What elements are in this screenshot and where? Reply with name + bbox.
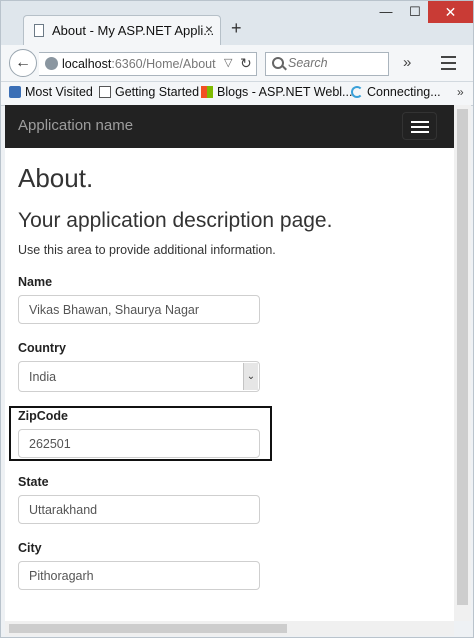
bookmark-connecting[interactable]: Connecting... [351, 85, 441, 99]
loading-icon [351, 86, 363, 98]
page-icon [99, 86, 111, 98]
back-arrow-icon: ← [15, 54, 31, 71]
country-field-group: Country India ⌄ [18, 341, 260, 392]
history-dropdown-icon[interactable]: ▽ [224, 56, 232, 69]
minimize-button[interactable]: — [371, 1, 401, 23]
page-title: About. [18, 163, 94, 193]
horizontal-scroll-thumb[interactable] [9, 624, 287, 633]
bookmark-getting-started[interactable]: Getting Started [99, 85, 199, 99]
page-description: Use this area to provide additional info… [18, 243, 276, 257]
tab-bar: About - My ASP.NET Appli... × + — ☐ ✕ [1, 1, 473, 45]
city-field-group: City [18, 541, 260, 590]
page-subtitle: Your application description page. [18, 209, 333, 232]
globe-icon [45, 57, 58, 70]
state-field-group: State [18, 475, 260, 524]
url-path: :6360/Home/About [111, 57, 216, 71]
zipcode-highlight-box [9, 406, 272, 461]
name-label: Name [18, 275, 53, 289]
tab-title: About - My ASP.NET Appli... [52, 23, 215, 38]
navigation-toolbar: ← localhost:6360/Home/About ▽ ↻ » [1, 45, 473, 82]
search-input[interactable] [288, 56, 383, 70]
vertical-scrollbar[interactable] [454, 105, 471, 621]
toolbar-overflow-icon[interactable]: » [403, 54, 411, 71]
city-label: City [18, 541, 42, 555]
chevron-down-icon[interactable]: ⌄ [243, 363, 258, 390]
new-tab-button[interactable]: + [231, 19, 242, 37]
browser-tab[interactable]: About - My ASP.NET Appli... × [23, 15, 221, 45]
state-input[interactable] [18, 495, 260, 524]
page-icon [34, 24, 44, 37]
name-input[interactable] [18, 295, 260, 324]
maximize-button[interactable]: ☐ [400, 1, 430, 23]
horizontal-scrollbar[interactable] [5, 621, 454, 636]
bookmarks-star-icon [9, 86, 21, 98]
search-box[interactable] [265, 52, 389, 76]
navbar-toggle-button[interactable] [402, 112, 437, 140]
address-bar[interactable]: localhost:6360/Home/About ▽ ↻ [39, 52, 257, 76]
tab-close-icon[interactable]: × [205, 21, 213, 37]
reload-icon[interactable]: ↻ [240, 55, 252, 72]
country-label: Country [18, 341, 66, 355]
app-navbar: Application name [5, 105, 454, 148]
city-input[interactable] [18, 561, 260, 590]
back-button[interactable]: ← [9, 49, 37, 77]
microsoft-logo-icon [201, 86, 213, 98]
window-close-button[interactable]: ✕ [428, 1, 473, 23]
country-selected-value: India [29, 370, 57, 384]
state-label: State [18, 475, 49, 489]
vertical-scroll-thumb[interactable] [457, 109, 468, 605]
name-field-group: Name [18, 275, 260, 324]
bookmarks-toolbar: Most Visited Getting Started Blogs - ASP… [1, 82, 473, 106]
app-brand-link[interactable]: Application name [18, 117, 133, 134]
hamburger-icon [411, 121, 429, 123]
bookmark-blogs[interactable]: Blogs - ASP.NET Webl... [201, 85, 352, 99]
bookmark-most-visited[interactable]: Most Visited [9, 85, 93, 99]
bookmarks-overflow-icon[interactable]: » [457, 85, 464, 99]
search-icon [272, 57, 284, 69]
url-host: localhost [62, 57, 112, 71]
page-viewport: Application name About. Your application… [5, 105, 454, 621]
url-text: localhost:6360/Home/About [62, 57, 216, 71]
country-select[interactable]: India ⌄ [18, 361, 260, 392]
hamburger-menu-icon[interactable] [441, 56, 456, 74]
